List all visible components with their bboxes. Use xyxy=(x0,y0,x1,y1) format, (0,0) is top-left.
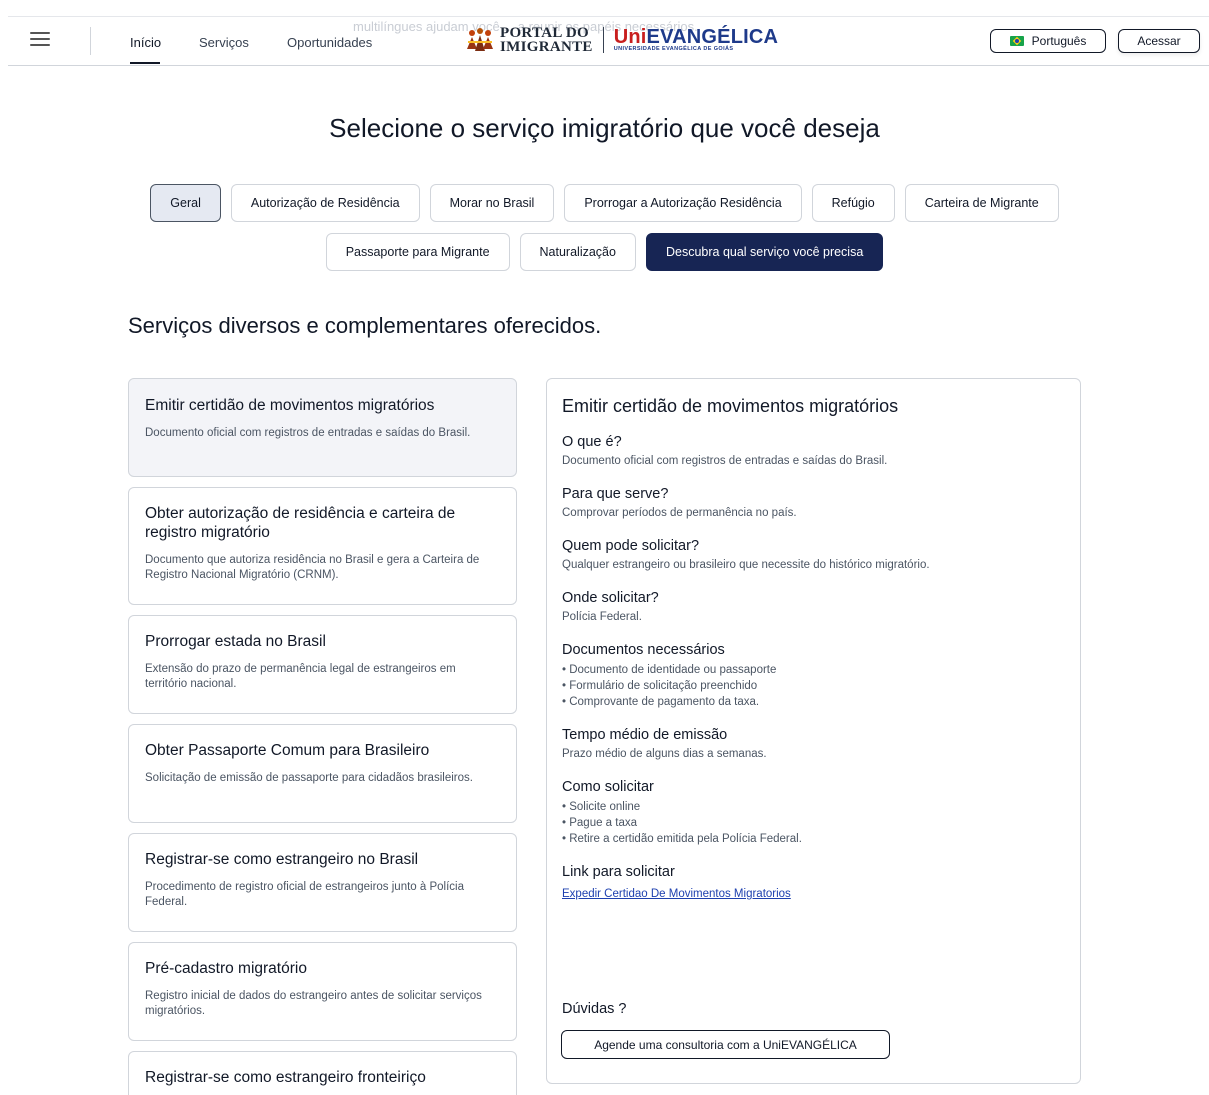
detail-section-where: Onde solicitar? Polícia Federal. xyxy=(562,590,659,623)
service-detail-panel: Emitir certidão de movimentos migratório… xyxy=(546,378,1081,1084)
service-card-desc: Documento oficial com registros de entra… xyxy=(145,427,471,439)
nav-link-inicio[interactable]: Início xyxy=(130,35,161,50)
service-card-desc: Solicitação de emissão de passaporte par… xyxy=(145,772,473,784)
detail-section-who: Quem pode solicitar? Qualquer estrangeir… xyxy=(562,538,930,571)
tab-carteira-migrante[interactable]: Carteira de Migrante xyxy=(904,184,1059,222)
detail-section-time: Tempo médio de emissão Prazo médio de al… xyxy=(562,727,767,760)
service-card[interactable]: Obter autorização de residência e cartei… xyxy=(128,487,517,605)
tab-naturalizacao[interactable]: Naturalização xyxy=(519,233,636,271)
document-item: Formulário de solicitação preenchido xyxy=(562,678,1065,694)
nav-link-servicos[interactable]: Serviços xyxy=(199,35,249,50)
document-item: Documento de identidade ou passaporte xyxy=(562,662,1065,678)
tab-morar-no-brasil[interactable]: Morar no Brasil xyxy=(429,184,555,222)
service-card-title: Registrar-se como estrangeiro no Brasil xyxy=(145,851,419,868)
step-item: Solicite online xyxy=(562,799,1065,815)
tab-geral[interactable]: Geral xyxy=(150,184,221,222)
detail-title: Emitir certidão de movimentos migratório… xyxy=(562,396,899,416)
detail-section-what: O que é? Documento oficial com registros… xyxy=(562,434,888,467)
service-tabs-row-1: Geral Autorização de Residência Morar no… xyxy=(0,184,1209,222)
detail-section-purpose: Para que serve? Comprovar períodos de pe… xyxy=(562,486,797,519)
page-title: Selecione o serviço imigratório que você… xyxy=(329,113,880,143)
detail-section-how: Como solicitar Solicite online Pague a t… xyxy=(562,779,1065,847)
service-card-title: Obter Passaporte Comum para Brasileiro xyxy=(145,742,430,759)
service-card[interactable]: Pré-cadastro migratório Registro inicial… xyxy=(128,942,517,1041)
service-card-title: Pré-cadastro migratório xyxy=(145,960,307,977)
service-card-desc: Registro inicial de dados do estrangeiro… xyxy=(145,990,482,1017)
step-item: Pague a taxa xyxy=(562,815,1065,831)
service-card-title: Obter autorização de residência e cartei… xyxy=(145,505,456,541)
service-card-desc: Documento que autoriza residência no Bra… xyxy=(145,554,480,581)
service-card[interactable]: Emitir certidão de movimentos migratório… xyxy=(128,378,517,477)
tab-passaporte-migrante[interactable]: Passaporte para Migrante xyxy=(325,233,510,271)
service-card-title: Registrar-se como estrangeiro fronteiriç… xyxy=(145,1069,426,1086)
service-card[interactable]: Obter Passaporte Comum para Brasileiro S… xyxy=(128,724,517,823)
document-item: Comprovante de pagamento da taxa. xyxy=(562,694,1065,710)
service-card-desc: Procedimento de registro oficial de estr… xyxy=(145,881,464,908)
nav-divider xyxy=(90,27,91,55)
discover-service-button[interactable]: Descubra qual serviço você precisa xyxy=(645,233,884,271)
language-selector-button[interactable]: Português xyxy=(990,29,1106,53)
portal-logo[interactable]: PORTAL DO IMIGRANTE UniEVANGÉLICA UNIVER… xyxy=(466,25,778,55)
hamburger-menu-icon[interactable] xyxy=(30,32,50,48)
schedule-consultation-button[interactable]: Agende uma consultoria com a UniEVANGÉLI… xyxy=(561,1030,890,1059)
top-navbar: multilíngues ajudam você ... a reunir os… xyxy=(8,16,1209,66)
detail-section-documents: Documentos necessários Documento de iden… xyxy=(562,642,1065,710)
portal-wordmark: PORTAL DO IMIGRANTE xyxy=(500,25,593,55)
brazil-flag-icon xyxy=(1009,36,1024,46)
service-tabs-row-2: Passaporte para Migrante Naturalização D… xyxy=(0,233,1209,271)
active-nav-indicator xyxy=(130,62,160,64)
tab-prorrogar-autorizacao[interactable]: Prorrogar a Autorização Residência xyxy=(564,184,802,222)
service-card[interactable]: Prorrogar estada no Brasil Extensão do p… xyxy=(128,615,517,714)
section-title: Serviços diversos e complementares ofere… xyxy=(128,313,602,338)
service-card-desc: Extensão do prazo de permanência legal d… xyxy=(145,663,456,690)
unievangelica-wordmark: UniEVANGÉLICA UNIVERSIDADE EVANGÉLICA DE… xyxy=(613,26,779,53)
login-button[interactable]: Acessar xyxy=(1118,29,1200,53)
service-card[interactable]: Registrar-se como estrangeiro fronteiriç… xyxy=(128,1051,517,1095)
request-link[interactable]: Expedir Certidao De Movimentos Migratori… xyxy=(562,888,791,900)
service-card[interactable]: Registrar-se como estrangeiro no Brasil … xyxy=(128,833,517,932)
nav-link-oportunidades[interactable]: Oportunidades xyxy=(287,35,372,50)
people-group-icon xyxy=(467,28,493,51)
tab-autorizacao-residencia[interactable]: Autorização de Residência xyxy=(230,184,420,222)
logo-separator xyxy=(602,27,604,53)
service-card-title: Prorrogar estada no Brasil xyxy=(145,633,326,650)
detail-section-link: Link para solicitar Expedir Certidao De … xyxy=(562,864,791,900)
service-card-title: Emitir certidão de movimentos migratório… xyxy=(145,397,435,414)
doubts-heading: Dúvidas ? xyxy=(562,1001,627,1017)
step-item: Retire a certidão emitida pela Polícia F… xyxy=(562,831,1065,847)
tab-refugio[interactable]: Refúgio xyxy=(811,184,895,222)
